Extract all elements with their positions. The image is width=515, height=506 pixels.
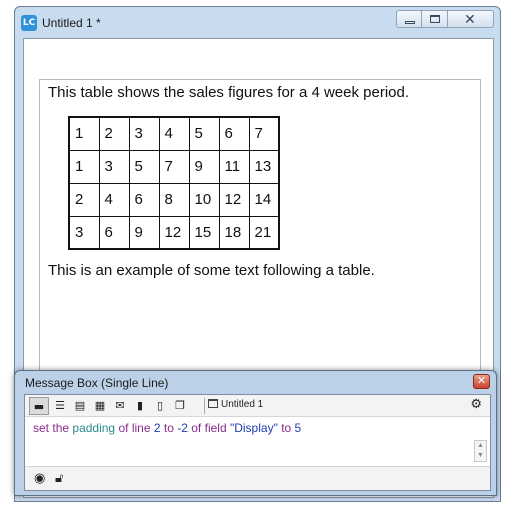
table-cell: 7 [158,149,190,184]
table-cell: 18 [218,215,250,250]
table-cell: 3 [98,149,130,184]
table-cell: 3 [68,215,100,250]
display-field[interactable]: This table shows the sales figures for a… [39,79,481,379]
table-cell: 13 [248,149,280,184]
table-cell: 11 [218,149,250,184]
table-cell: 9 [128,215,160,250]
cmd-token: set [33,421,50,435]
table-cell: 8 [158,182,190,217]
gear-icon[interactable]: ⚙ [470,397,482,412]
cmd-token: of [118,421,129,435]
table-row: 1234567 [68,116,280,151]
stack-window-icon [208,399,218,408]
cmd-token: to [163,421,174,435]
message-box-status-bar: ◉ 🔓︎ [25,466,490,490]
message-box-close-button[interactable]: ✕ [473,374,490,389]
table-cell: 6 [218,116,250,151]
cmd-token: "Display" [229,421,278,435]
table-cell: 10 [188,182,220,217]
cmd-token: 5 [294,421,302,435]
message-box-title: Message Box (Single Line) [25,376,169,390]
window-controls: ✕ [396,10,494,28]
table-cell: 3 [128,116,160,151]
cmd-token: line [131,421,151,435]
global-properties-icon[interactable]: ▤ [70,397,90,415]
global-variables-icon[interactable]: ▦ [90,397,110,415]
message-box-scrollbar[interactable]: ▲ ▼ [474,440,487,462]
table-cell: 2 [68,182,100,217]
toolbar-separator [204,398,205,414]
front-scripts-icon[interactable]: ▮ [130,397,150,415]
table-cell: 5 [128,149,160,184]
table-cell: 12 [218,182,250,217]
table-cell: 12 [158,215,190,250]
close-icon: ✕ [464,11,476,27]
table-cell: 21 [248,215,280,250]
cmd-token: field [204,421,227,435]
close-button[interactable]: ✕ [448,10,494,28]
scroll-down-icon[interactable]: ▼ [475,451,486,461]
unlock-icon[interactable]: 🔓︎ [55,471,63,486]
minimize-icon [405,21,415,24]
multi-line-mode-icon[interactable]: ☰ [50,397,70,415]
cmd-token: -2 [177,421,188,435]
single-line-mode-icon[interactable]: ▬ [29,397,49,415]
app-logo-icon: LC [21,15,37,31]
table-cell: 4 [158,116,190,151]
sales-table: 1 2 3 4 5 6 7 1 3 5 7 9 11 13 2 4 6 8 10 12 14 3 6 9 12 15 18 21 [68,116,280,250]
minimize-button[interactable] [396,10,422,28]
target-stack-label: Untitled 1 [221,399,264,410]
cmd-token: to [281,421,292,435]
table-cell: 7 [248,116,280,151]
back-scripts-icon[interactable]: ▯ [150,397,170,415]
scroll-up-icon[interactable]: ▲ [475,441,486,451]
cmd-token: of [191,421,202,435]
close-icon: ✕ [476,375,487,387]
message-box-command-input[interactable]: set the padding of line 2 to -2 of field… [33,421,301,435]
field-line-1: This table shows the sales figures for a… [48,84,410,101]
table-cell: 1 [68,116,100,151]
table-cell: 2 [98,116,130,151]
table-cell: 14 [248,182,280,217]
stacks-in-use-icon[interactable]: ❐ [170,397,190,415]
message-box-toolbar: ▬ ☰ ▤ ▦ ✉ ▮ ▯ ❐ Untitled 1 ⚙ [25,395,490,417]
table-cell: 15 [188,215,220,250]
cmd-token: padding [72,421,116,435]
field-line-3: This is an example of some text followin… [48,262,375,279]
maximize-icon [430,15,440,23]
table-row: 1 3 5 7 9 11 13 [68,149,280,184]
message-box-panel: ▬ ☰ ▤ ▦ ✉ ▮ ▯ ❐ Untitled 1 ⚙ set the pad… [24,394,491,491]
table-row: 3 6 9 12 15 18 21 [68,215,280,250]
target-stack-selector[interactable]: Untitled 1 [208,399,263,410]
table-cell: 1 [68,149,100,184]
target-icon[interactable]: ◉ [34,471,45,486]
window-title: Untitled 1 * [42,16,101,30]
title-bar[interactable]: LC Untitled 1 * ✕ [15,7,500,37]
message-box-window: Message Box (Single Line) ✕ ▬ ☰ ▤ ▦ ✉ ▮ … [14,370,497,496]
table-cell: 5 [188,116,220,151]
pending-messages-icon[interactable]: ✉ [110,397,130,415]
cmd-token: 2 [153,421,161,435]
maximize-button[interactable] [422,10,448,28]
cmd-token: the [52,421,70,435]
table-cell: 4 [98,182,130,217]
table-cell: 6 [128,182,160,217]
table-cell: 6 [98,215,130,250]
table-row: 2 4 6 8 10 12 14 [68,182,280,217]
table-cell: 9 [188,149,220,184]
